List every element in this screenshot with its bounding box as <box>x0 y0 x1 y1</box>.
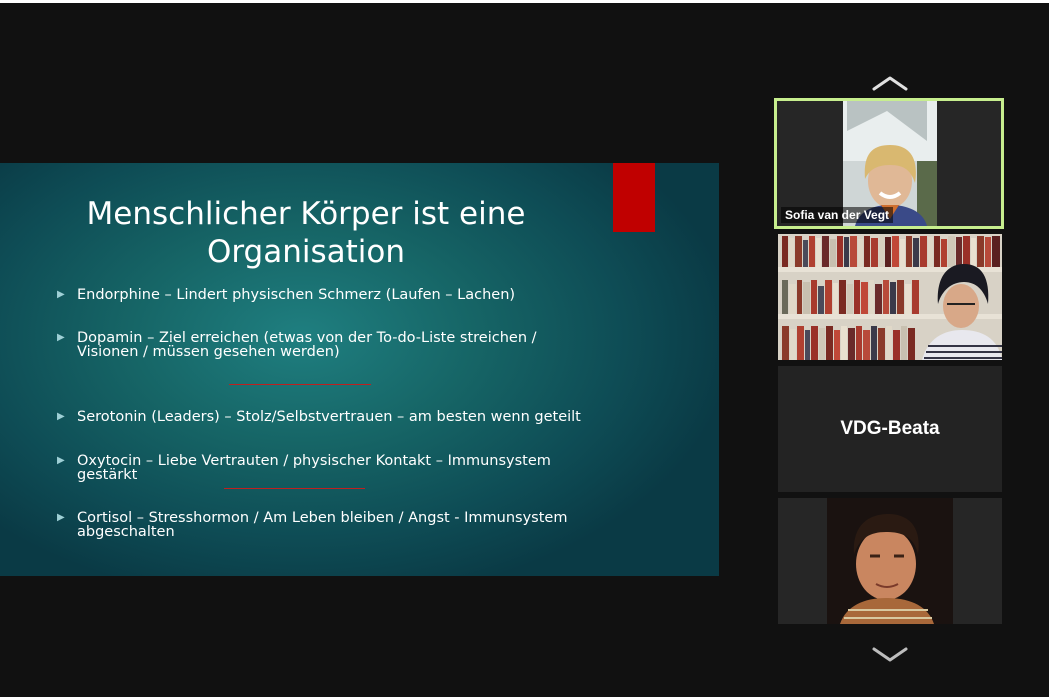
triangle-bullet-icon: ▶ <box>57 332 65 343</box>
participant-name-label: Sofia van der Vegt <box>781 207 894 223</box>
triangle-bullet-icon: ▶ <box>57 512 65 523</box>
slide-title: Menschlicher Körper ist eine Organisatio… <box>86 196 526 270</box>
slide-bullet: ▶ Oxytocin – Liebe Vertrauten / physisch… <box>57 453 551 483</box>
slide-bullet: ▶ Dopamin – Ziel erreichen (etwas von de… <box>57 330 537 360</box>
triangle-bullet-icon: ▶ <box>57 411 65 422</box>
triangle-bullet-icon: ▶ <box>57 455 65 466</box>
scroll-down-button[interactable] <box>871 645 909 665</box>
participant-tile[interactable] <box>778 498 1002 624</box>
slide-divider <box>229 384 371 385</box>
participant-video <box>778 498 1002 624</box>
shared-screen-slide: Menschlicher Körper ist eine Organisatio… <box>0 163 719 576</box>
window-top-edge <box>0 0 1049 3</box>
slide-bullet: ▶ Serotonin (Leaders) – Stolz/Selbstvert… <box>57 409 581 425</box>
participant-tile[interactable]: VDG-Beata <box>778 366 1002 492</box>
participant-tile-active-speaker[interactable]: Sofia van der Vegt <box>774 98 1004 229</box>
slide-bullet: ▶ Endorphine – Lindert physischen Schmer… <box>57 287 516 303</box>
slide-accent-bar <box>613 163 655 232</box>
scroll-up-button[interactable] <box>871 73 909 93</box>
participant-tile[interactable] <box>778 234 1002 360</box>
chevron-up-icon <box>872 76 908 91</box>
participant-video <box>778 234 1002 360</box>
chevron-down-icon <box>872 647 908 662</box>
triangle-bullet-icon: ▶ <box>57 289 65 300</box>
slide-divider <box>224 488 365 489</box>
participant-name: VDG-Beata <box>840 418 940 439</box>
slide-bullet: ▶ Cortisol – Stresshormon / Am Leben ble… <box>57 510 568 540</box>
